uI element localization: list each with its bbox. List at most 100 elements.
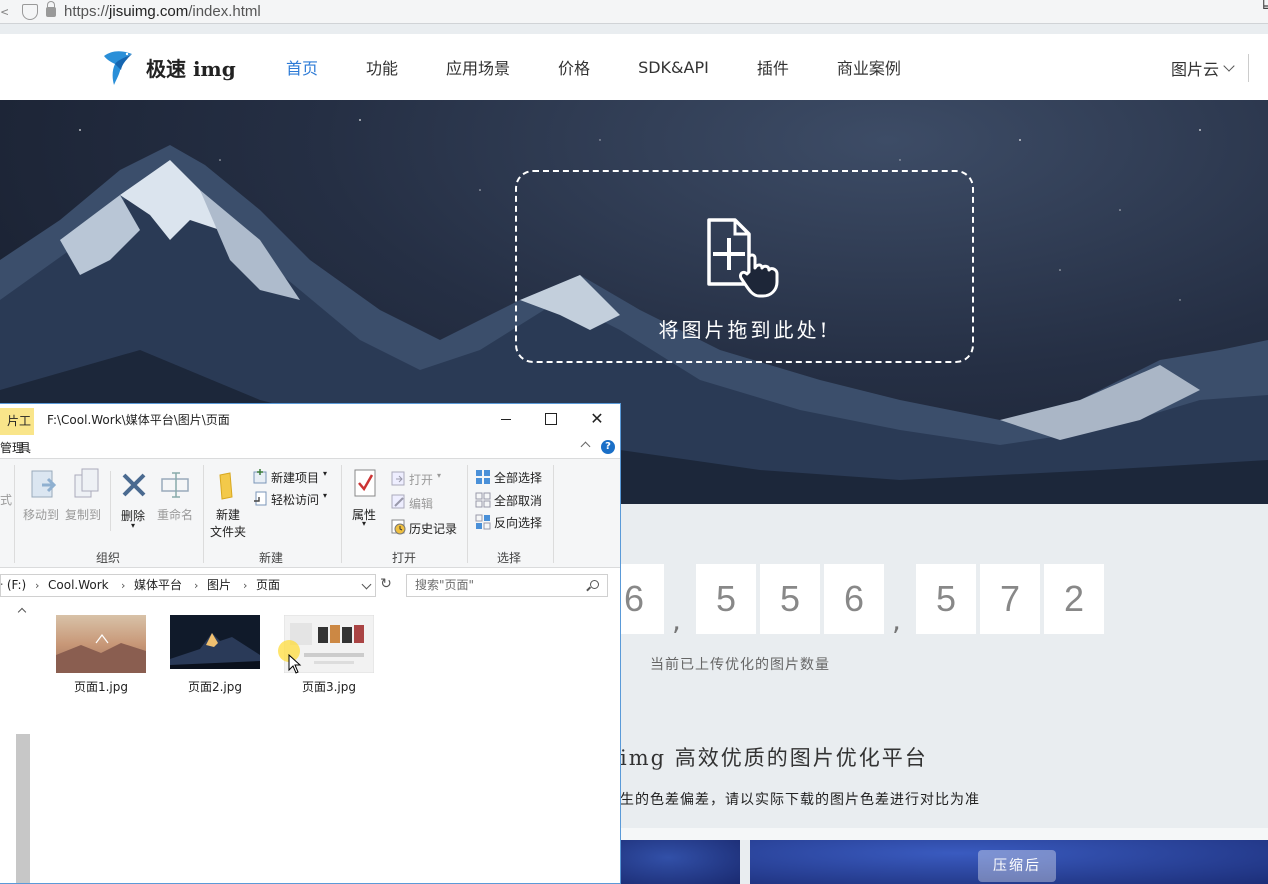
tab-manage[interactable]: 管理 [0,439,24,456]
open-dropdown-icon[interactable]: ▾ [437,471,441,480]
copy-to-icon [72,467,102,501]
compare-image-original [620,840,740,884]
group-open: 打开 [392,549,416,566]
breadcrumb-drive[interactable]: 备 (F:) [0,575,26,596]
breadcrumb-pictures[interactable]: 图片 [207,575,231,596]
ribbon-separator [203,465,204,563]
browser-address-bar[interactable]: < https://jisuimg.com/index.html ╘ [0,0,1268,24]
nav-pricing[interactable]: 价格 [558,55,590,79]
chevron-down-icon [1223,60,1234,71]
refresh-icon[interactable]: ↻ [378,576,394,594]
address-bar: 备 (F:) › Cool.Work › 媒体平台 › 图片 › 页面 ↻ 搜索… [0,574,621,598]
color-note: 生的色差偏差，请以实际下载的图片色差进行对比为准 [620,789,980,809]
drop-zone-text: 将图片拖到此处! [517,314,972,343]
search-input[interactable]: 搜索"页面" [406,574,608,597]
copy-to-button[interactable]: 复制到 [65,506,101,523]
help-icon[interactable]: ? [601,440,615,454]
picture-tools-tab[interactable]: 片工具 [0,408,34,435]
navigation-pane[interactable] [0,604,32,884]
select-all-icon [475,469,491,485]
counter-digit: 6 [824,564,884,634]
section-band [620,828,1268,840]
breadcrumb-separator-icon[interactable]: › [121,575,125,596]
toolbar-edge-icon: ╘ [1260,0,1268,16]
file-explorer-window[interactable]: 片工具 F:\Cool.Work\媒体平台\图片\页面 ✕ 管理 ? 式 移动到… [0,403,621,884]
new-item-button[interactable]: 新建项目 [271,469,319,486]
counter-digit: 5 [760,564,820,634]
select-all-button[interactable]: 全部选择 [494,469,542,486]
move-to-button[interactable]: 移动到 [23,506,59,523]
counter-digit: 2 [1044,564,1104,634]
group-organize: 组织 [96,549,120,566]
breadcrumb-pages[interactable]: 页面 [256,575,280,596]
scroll-up-icon[interactable] [18,608,26,616]
ribbon: 式 移动到 复制到 删除 ▾ 重命名 组织 新建 文件夹 [0,458,621,568]
breadcrumb-separator-icon[interactable]: › [35,575,39,596]
new-folder-button-line1[interactable]: 新建 [216,506,240,523]
edit-button[interactable]: 编辑 [409,495,433,512]
invert-selection-button[interactable]: 反向选择 [494,514,542,531]
nav-scenarios[interactable]: 应用场景 [446,55,510,79]
counter-digit: 7 [980,564,1040,634]
file-name[interactable]: 页面1.jpg [55,678,147,695]
easy-access-dropdown-icon[interactable]: ▾ [323,491,327,500]
drop-zone[interactable]: 将图片拖到此处! [515,170,974,363]
counter-digit: 5 [696,564,756,634]
header-divider [1248,54,1249,82]
search-icon[interactable] [590,580,599,589]
url-text[interactable]: https://jisuimg.com/index.html [64,3,261,20]
nav-plugins[interactable]: 插件 [757,55,789,79]
breadcrumb-media-platform[interactable]: 媒体平台 [134,575,182,596]
rename-button[interactable]: 重命名 [157,506,193,523]
chevron-up-icon[interactable] [581,442,591,452]
back-button-edge[interactable]: < [0,0,8,24]
nav-features[interactable]: 功能 [366,55,398,79]
upload-counter: 6 , 5 5 6 , 5 7 2 [620,564,1268,634]
minimize-button[interactable] [497,410,517,428]
delete-dropdown-icon[interactable]: ▾ [131,521,135,530]
address-dropdown-icon[interactable] [362,580,372,590]
counter-comma: , [892,604,901,637]
breadcrumb-separator-icon[interactable]: › [243,575,247,596]
thumbnail-page1 [56,615,146,673]
maximize-button[interactable] [541,410,561,428]
ribbon-separator [467,465,468,563]
image-cloud-menu[interactable]: 图片云 [1171,56,1233,80]
easy-access-button[interactable]: 轻松访问 [271,491,319,508]
ribbon-tabs: 管理 ? [0,434,621,458]
file-name[interactable]: 页面2.jpg [169,678,261,695]
delete-icon [120,471,148,499]
open-icon [391,471,407,487]
breadcrumb-separator-icon[interactable]: › [194,575,198,596]
properties-dropdown-icon[interactable]: ▾ [362,519,366,528]
ribbon-separator [553,465,554,563]
new-folder-icon [216,471,240,501]
select-none-button[interactable]: 全部取消 [494,492,542,509]
new-folder-button-line2[interactable]: 文件夹 [210,523,246,540]
address-path[interactable]: 备 (F:) › Cool.Work › 媒体平台 › 图片 › 页面 [0,574,376,597]
clipped-ribbon-label: 式 [0,491,12,508]
nav-home[interactable]: 首页 [286,55,318,79]
shield-icon[interactable] [22,4,38,20]
history-icon [391,519,407,535]
easy-access-icon [253,491,269,507]
breadcrumb-cool-work[interactable]: Cool.Work [48,575,109,596]
history-button[interactable]: 历史记录 [409,520,457,537]
scrollbar-thumb[interactable] [16,734,30,884]
file-name[interactable]: 页面3.jpg [283,678,375,695]
thumbnail-page2 [170,615,260,673]
close-button[interactable]: ✕ [587,410,607,428]
invert-selection-icon [475,514,491,530]
logo-text: 极速 img [146,53,236,82]
counter-comma: , [672,604,681,637]
explorer-titlebar[interactable]: 片工具 F:\Cool.Work\媒体平台\图片\页面 ✕ [0,404,621,434]
nav-cases[interactable]: 商业案例 [837,55,901,79]
group-new: 新建 [259,549,283,566]
move-to-icon [28,469,58,501]
open-button[interactable]: 打开 [409,471,433,488]
new-item-dropdown-icon[interactable]: ▾ [323,469,327,478]
rename-icon [160,471,192,499]
nav-sdk-api[interactable]: SDK&API [638,58,709,77]
counter-caption: 当前已上传优化的图片数量 [650,654,830,674]
site-logo[interactable]: 极速 img [102,48,236,86]
